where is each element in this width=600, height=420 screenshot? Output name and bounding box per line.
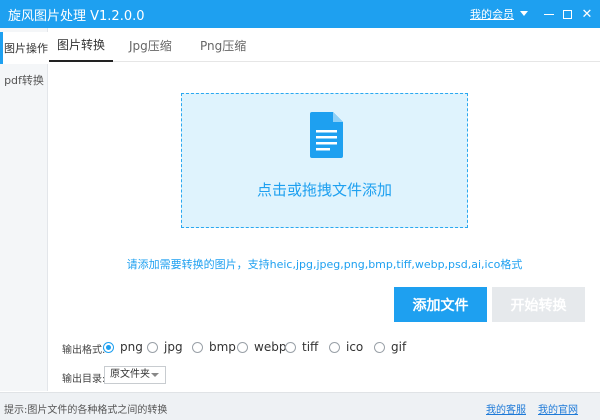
format-option-jpg[interactable]: jpg <box>147 339 183 355</box>
radio-icon[interactable] <box>192 341 203 353</box>
tab-bar: 图片转换 Jpg压缩 Png压缩 <box>49 28 600 62</box>
status-tip: 提示:图片文件的各种格式之间的转换 <box>4 405 168 416</box>
official-website-link[interactable]: 我的官网 <box>538 401 578 416</box>
document-icon <box>310 112 343 158</box>
file-drop-zone[interactable]: 点击或拖拽文件添加 <box>181 93 468 228</box>
minimize-icon <box>544 13 554 15</box>
tab-png-compress[interactable]: Png压缩 <box>200 28 246 62</box>
radio-icon[interactable] <box>285 341 296 353</box>
customer-service-link[interactable]: 我的客服 <box>486 401 526 416</box>
output-dir-label: 输出目录: <box>62 374 106 385</box>
drop-zone-text: 点击或拖拽文件添加 <box>256 181 392 199</box>
format-option-ico[interactable]: ico <box>329 339 363 355</box>
chevron-down-icon[interactable] <box>520 11 528 16</box>
supported-formats-text: 请添加需要转换的图片，支持heic,jpg,jpeg,png,bmp,tiff,… <box>126 258 523 271</box>
format-option-tiff[interactable]: tiff <box>285 339 318 355</box>
radio-icon[interactable] <box>374 341 385 353</box>
output-dir-select[interactable]: 原文件夹 <box>104 366 166 384</box>
format-option-webp[interactable]: webp <box>237 339 286 355</box>
chevron-down-icon <box>151 373 159 377</box>
output-dir-value: 原文件夹 <box>110 369 150 380</box>
add-file-button[interactable]: 添加文件 <box>394 287 487 322</box>
sidebar-item-image-ops[interactable]: 图片操作 <box>0 32 49 64</box>
format-option-png[interactable]: png <box>103 339 143 355</box>
sidebar-item-label: 图片操作 <box>4 42 48 55</box>
tab-jpg-compress[interactable]: Jpg压缩 <box>129 28 172 62</box>
radio-checked-icon[interactable] <box>103 341 114 353</box>
start-convert-button[interactable]: 开始转换 <box>492 287 585 322</box>
output-format-label: 输出格式: <box>62 345 106 356</box>
format-option-gif[interactable]: gif <box>374 339 406 355</box>
app-title: 旋风图片处理 V1.2.0.0 <box>8 9 145 24</box>
close-icon: ✕ <box>581 6 593 22</box>
sidebar-item-pdf-convert[interactable]: pdf转换 <box>0 64 48 96</box>
radio-icon[interactable] <box>147 341 158 353</box>
tab-image-convert[interactable]: 图片转换 <box>49 28 113 62</box>
format-option-bmp[interactable]: bmp <box>192 339 236 355</box>
maximize-button[interactable] <box>556 0 578 28</box>
member-link[interactable]: 我的会员 <box>470 6 514 22</box>
status-bar: 提示:图片文件的各种格式之间的转换 我的客服 我的官网 <box>0 392 600 420</box>
title-bar: 旋风图片处理 V1.2.0.0 我的会员 ✕ <box>0 0 600 28</box>
sidebar: 图片操作 pdf转换 <box>0 28 49 391</box>
radio-icon[interactable] <box>329 341 340 353</box>
radio-icon[interactable] <box>237 341 248 353</box>
sidebar-item-label: pdf转换 <box>4 74 44 87</box>
close-button[interactable]: ✕ <box>576 0 598 28</box>
maximize-icon <box>562 9 572 19</box>
